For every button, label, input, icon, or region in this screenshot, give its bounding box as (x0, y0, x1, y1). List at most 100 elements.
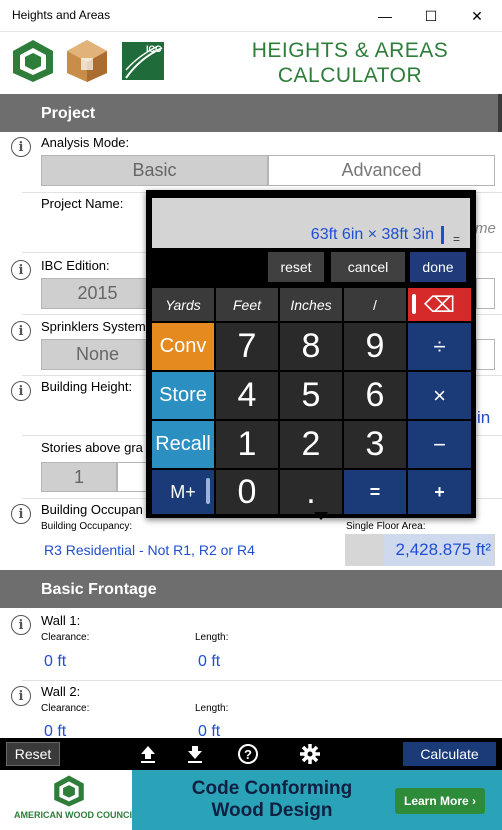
calc-decimal-button[interactable]: . (280, 470, 342, 514)
learn-more-button[interactable]: Learn More › (395, 788, 485, 814)
calc-cancel-button[interactable]: cancel (331, 252, 405, 282)
reset-button[interactable]: Reset (6, 742, 60, 766)
calc-key-4[interactable]: 4 (216, 372, 278, 419)
calculator-equals-sign: = (452, 232, 460, 246)
length-label: Length: (195, 632, 229, 643)
clearance-label: Clearance: (41, 632, 90, 643)
calc-feet-button[interactable]: Feet (216, 288, 278, 321)
divider (22, 680, 502, 681)
ad-promo[interactable]: Code Conforming Wood Design Learn More › (132, 770, 502, 830)
calc-backspace-button[interactable]: ⌫ (408, 288, 471, 321)
calc-key-2[interactable]: 2 (280, 421, 342, 468)
sprinklers-label: Sprinklers System (41, 319, 146, 334)
calc-key-9[interactable]: 9 (344, 323, 406, 370)
calculator-pointer (314, 512, 328, 520)
calc-divide-button[interactable]: ÷ (408, 323, 471, 370)
svg-text:?: ? (244, 747, 252, 762)
floor-area-value: 2,428.875 ft² (395, 540, 491, 559)
calc-inches-button[interactable]: Inches (280, 288, 342, 321)
close-icon: ✕ (471, 7, 483, 24)
occupancy-title: Building Occupan (41, 502, 143, 517)
calc-plus-button[interactable]: + (408, 470, 471, 514)
calc-equals-button[interactable]: = (344, 470, 406, 514)
app-title-line1: HEIGHTS & AREAS (251, 39, 449, 62)
gear-icon (300, 744, 320, 764)
calc-memory-plus-button[interactable]: M+ (152, 470, 214, 514)
calc-store-button[interactable]: Store (152, 372, 214, 419)
download-icon (188, 746, 202, 763)
building-height-value[interactable]: in (477, 408, 490, 428)
calc-minus-button[interactable]: − (408, 421, 471, 468)
app-title: HEIGHTS & AREAS CALCULATOR (205, 38, 495, 88)
calculator-popup[interactable]: 63ft 6in × 38ft 3in = reset cancel done … (146, 190, 476, 518)
ad-headline: Code Conforming Wood Design (172, 778, 372, 822)
ibc-edition-option[interactable] (476, 278, 495, 309)
calc-yards-button[interactable]: Yards (152, 288, 214, 321)
calc-done-button[interactable]: done (410, 252, 466, 282)
minimize-button[interactable]: — (362, 0, 408, 32)
analysis-mode-label: Analysis Mode: (41, 135, 130, 150)
calculator-expression: 63ft 6in × 38ft 3in (310, 226, 434, 243)
scrollbar-thumb[interactable] (498, 94, 502, 132)
info-icon[interactable]: i (11, 686, 31, 706)
info-icon[interactable]: i (11, 321, 31, 341)
maximize-button[interactable]: ☐ (408, 0, 454, 32)
floor-area-input[interactable]: 2,428.875 ft² (345, 534, 495, 566)
frontage-section-header[interactable]: Basic Frontage (0, 570, 502, 608)
sprinklers-none-button[interactable]: None (41, 339, 154, 370)
download-button[interactable] (183, 742, 207, 766)
mode-basic-button[interactable]: Basic (41, 155, 268, 186)
app-title-line2: CALCULATOR (277, 64, 423, 87)
stories-value[interactable]: 1 (41, 462, 117, 492)
calc-key-3[interactable]: 3 (344, 421, 406, 468)
calc-recall-button[interactable]: Recall (152, 421, 214, 468)
info-icon[interactable]: i (11, 137, 31, 157)
length-input[interactable]: 0 ft (198, 723, 220, 738)
calc-multiply-button[interactable]: × (408, 372, 471, 419)
calc-key-7[interactable]: 7 (216, 323, 278, 370)
awc-ad-logo-icon (54, 775, 84, 807)
ibc-edition-2015-button[interactable]: 2015 (41, 278, 154, 309)
calculator-display: 63ft 6in × 38ft 3in = (152, 198, 470, 248)
calc-key-1[interactable]: 1 (216, 421, 278, 468)
clearance-input[interactable]: 0 ft (44, 723, 66, 738)
calc-key-8[interactable]: 8 (280, 323, 342, 370)
occupancy-select[interactable]: R3 Residential - Not R1, R2 or R4 (44, 542, 255, 558)
ad-banner[interactable]: AMERICAN WOOD COUNCIL Code Conforming Wo… (0, 770, 502, 830)
clearance-input[interactable]: 0 ft (44, 653, 66, 671)
sprinklers-option[interactable] (476, 339, 495, 370)
calc-key-0[interactable]: 0 (216, 470, 278, 514)
calc-key-6[interactable]: 6 (344, 372, 406, 419)
settings-button[interactable] (298, 742, 322, 766)
project-name-input[interactable]: me (475, 220, 496, 237)
info-icon[interactable]: i (11, 615, 31, 635)
calc-key-5[interactable]: 5 (280, 372, 342, 419)
calculate-button[interactable]: Calculate (403, 742, 496, 766)
calc-conv-button[interactable]: Conv (152, 323, 214, 370)
bottom-toolbar: Reset ? Calculate (0, 738, 502, 770)
awc-logo-icon (13, 40, 53, 82)
help-button[interactable]: ? (236, 742, 260, 766)
wall-title: Wall 1: (41, 613, 81, 628)
calc-reset-button[interactable]: reset (268, 252, 324, 282)
clearance-label: Clearance: (41, 703, 90, 714)
info-icon[interactable]: i (11, 504, 31, 524)
project-section-title: Project (41, 105, 96, 122)
building-height-label: Building Height: (41, 379, 133, 394)
ad-headline-line2: Wood Design (211, 800, 333, 821)
window-title: Heights and Areas (12, 8, 111, 22)
project-name-label: Project Name: (41, 196, 124, 211)
close-button[interactable]: ✕ (454, 0, 500, 32)
info-icon[interactable]: i (11, 381, 31, 401)
icc-logo-text: ICC (146, 44, 162, 54)
stories-increment[interactable] (117, 462, 147, 492)
ibc-edition-label: IBC Edition: (41, 258, 110, 273)
length-input[interactable]: 0 ft (198, 653, 220, 671)
info-icon[interactable]: i (11, 260, 31, 280)
calc-fraction-button[interactable]: / (344, 288, 406, 321)
title-bar: Heights and Areas — ☐ ✕ (0, 0, 502, 32)
project-section-header[interactable]: Project (0, 94, 502, 132)
minimize-icon: — (378, 8, 392, 24)
upload-button[interactable] (136, 742, 160, 766)
mode-advanced-button[interactable]: Advanced (268, 155, 495, 186)
